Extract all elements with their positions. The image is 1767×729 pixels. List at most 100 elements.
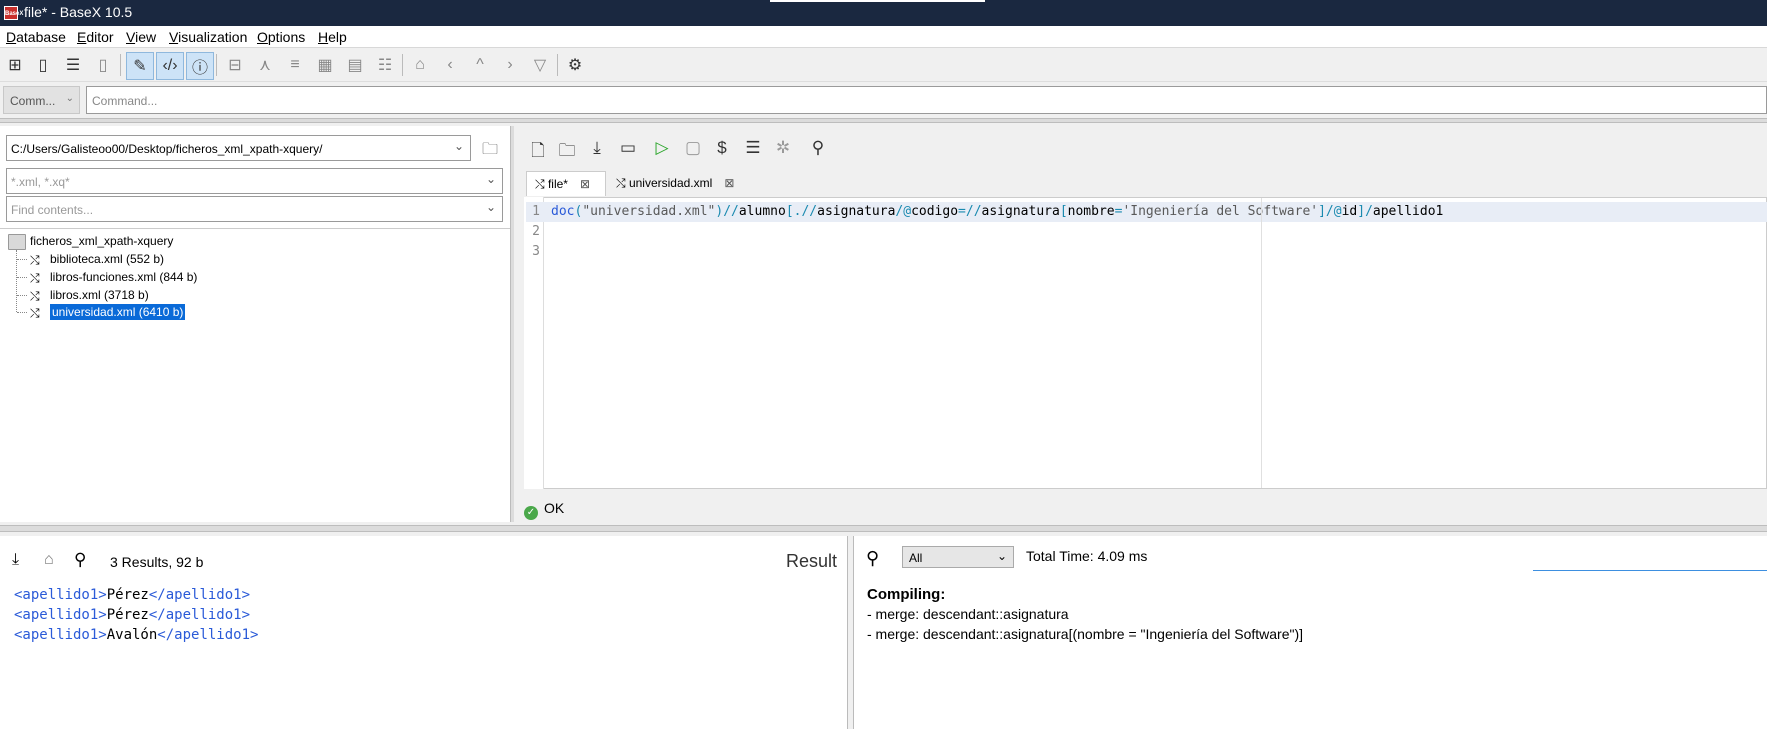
filter-icon[interactable]: ▽ (527, 52, 553, 78)
xquery-code-icon[interactable]: ‹/› (156, 52, 184, 80)
project-path-select[interactable]: C:/Users/Galisteoo00/Desktop/ficheros_xm… (6, 135, 471, 161)
debug-icon[interactable]: ✲ (771, 138, 795, 162)
total-time: Total Time: 4.09 ms (1026, 548, 1148, 564)
new-file-icon[interactable]: 🗋 (526, 138, 550, 162)
folder-view-icon[interactable]: ≡ (282, 52, 308, 78)
open-folder-icon[interactable]: 🗀 (478, 138, 502, 160)
variables-icon[interactable]: $ (710, 138, 734, 162)
chevron-down-icon: ⌄ (65, 93, 74, 104)
code-token: asignatura (817, 204, 896, 219)
text-view-icon[interactable]: ☷ (372, 52, 398, 78)
command-input[interactable]: Command... (86, 86, 1767, 114)
result-summary: 3 Results, 92 b (110, 554, 204, 570)
xml-file-icon: ⤭ (30, 270, 40, 285)
back-icon[interactable]: ‹ (437, 52, 463, 78)
menu-view[interactable]: View (126, 29, 156, 45)
line-number-gutter (524, 197, 544, 489)
code-token: asignatura (981, 204, 1060, 219)
menu-editor[interactable]: Editor (77, 29, 114, 45)
print-margin (1261, 198, 1262, 488)
code-token: codigo (911, 204, 959, 219)
menu-database[interactable]: Database (6, 29, 66, 45)
tab-universidad[interactable]: ⤭ universidad.xml ⊠ (608, 171, 744, 196)
editor-toggle-icon[interactable]: ✎ (126, 52, 154, 80)
tree-branch (17, 259, 27, 260)
tab-file[interactable]: ⤭ file* ⊠ (526, 171, 606, 196)
title-bar-highlight (770, 0, 985, 2)
result-row: <apellido1>Pérez</apellido1> (14, 587, 251, 603)
basex-app-icon: BaseX (4, 6, 23, 20)
command-mode-select[interactable]: Comm... ⌄ (3, 86, 80, 114)
tree-file-item[interactable]: ⤭ biblioteca.xml (552 b) (30, 252, 164, 267)
code-token: [ (1059, 204, 1068, 219)
tree-view-icon[interactable]: ⋏ (252, 52, 278, 78)
search-icon[interactable]: ⚲ (806, 138, 830, 162)
new-database-icon[interactable]: ⊞ (2, 52, 28, 78)
open-database-icon[interactable]: ▯ (30, 52, 56, 78)
menu-visualization[interactable]: Visualization (169, 29, 247, 45)
command-mode-value: Comm... (10, 94, 56, 108)
find-contents-placeholder: Find contents... (11, 203, 94, 217)
menu-options[interactable]: Options (257, 29, 305, 45)
properties-icon[interactable]: ☰ (60, 52, 86, 78)
tree-root-label: ficheros_xml_xpath-xquery (30, 234, 174, 249)
chevron-down-icon: ⌄ (485, 200, 496, 214)
tree-file-item[interactable]: ⤭ libros-funciones.xml (844 b) (30, 270, 197, 285)
find-contents-input[interactable]: Find contents... ⌄ (6, 196, 503, 222)
code-token: )// (715, 204, 739, 219)
save-file-icon[interactable]: ⤓ (585, 138, 609, 162)
chevron-down-icon: ⌄ (996, 549, 1007, 563)
map-view-icon[interactable]: ⊟ (222, 52, 248, 78)
info-line: - merge: descendant::asignatura[(nombre … (867, 626, 1304, 642)
search-icon[interactable]: ⚲ (866, 548, 879, 569)
home-icon[interactable]: ⌂ (407, 52, 433, 78)
format-icon[interactable]: ☰ (741, 138, 765, 162)
up-icon[interactable]: ^ (467, 52, 493, 78)
home-icon[interactable]: ⌂ (44, 551, 54, 569)
tree-root-folder[interactable]: ficheros_xml_xpath-xquery (8, 234, 173, 250)
info-filter-select[interactable]: All ⌄ (902, 546, 1014, 568)
archive-icon[interactable]: ▭ (616, 138, 640, 162)
code-token: nombre (1067, 204, 1115, 219)
close-icon[interactable]: ⊠ (580, 177, 590, 191)
stop-icon[interactable]: ▢ (681, 138, 705, 162)
tab-label: file* (547, 177, 568, 191)
file-filter-input[interactable]: *.xml, *.xq* ⌄ (6, 168, 503, 194)
export-icon[interactable]: ⤓ (12, 551, 19, 569)
plot-view-icon[interactable]: ▦ (312, 52, 338, 78)
code-token: apellido1 (1372, 204, 1444, 219)
close-icon[interactable]: ⊠ (724, 176, 734, 190)
editor-status: ✓ OK (524, 500, 564, 520)
toolbar-separator (557, 54, 558, 76)
table-view-icon[interactable]: ▤ (342, 52, 368, 78)
tree-file-item[interactable]: ⤭ libros.xml (3718 b) (30, 288, 149, 303)
result-row: <apellido1>Avalón</apellido1> (14, 627, 259, 643)
tree-file-label: libros.xml (3718 b) (50, 288, 149, 302)
code-token: id (1341, 204, 1358, 219)
file-tab-icon: ⤭ (535, 177, 548, 191)
settings-icon[interactable]: ⚙ (562, 52, 588, 78)
tree-branch (17, 295, 27, 296)
close-database-icon[interactable]: ▯ (90, 52, 116, 78)
code-token: .// (793, 204, 818, 219)
toolbar-separator (402, 54, 403, 76)
horizontal-splitter[interactable] (0, 118, 1767, 123)
command-bar: Comm... ⌄ Command... (0, 83, 1767, 115)
tree-file-item-selected[interactable]: ⤭ universidad.xml (6410 b) (30, 304, 186, 320)
bottom-splitter-area (0, 522, 1767, 534)
xml-file-icon: ⤭ (30, 288, 40, 303)
code-token: ]/@ (1318, 204, 1342, 219)
title-bar: BaseX file* - BaseX 10.5 (0, 0, 1767, 26)
horizontal-splitter[interactable] (0, 525, 1767, 532)
code-editor[interactable] (524, 197, 1767, 489)
open-file-icon[interactable]: 🗀 (555, 138, 579, 162)
menu-help[interactable]: Help (318, 29, 347, 45)
panel-divider (0, 228, 510, 229)
search-icon[interactable]: ⚲ (74, 550, 86, 570)
forward-icon[interactable]: › (497, 52, 523, 78)
run-icon[interactable]: ▷ (650, 138, 674, 162)
file-filter-placeholder: *.xml, *.xq* (11, 175, 70, 189)
info-icon[interactable]: ⓘ (186, 52, 214, 80)
code-token: 'Ingeniería del Software' (1122, 204, 1319, 219)
tab-label: universidad.xml (628, 176, 713, 190)
